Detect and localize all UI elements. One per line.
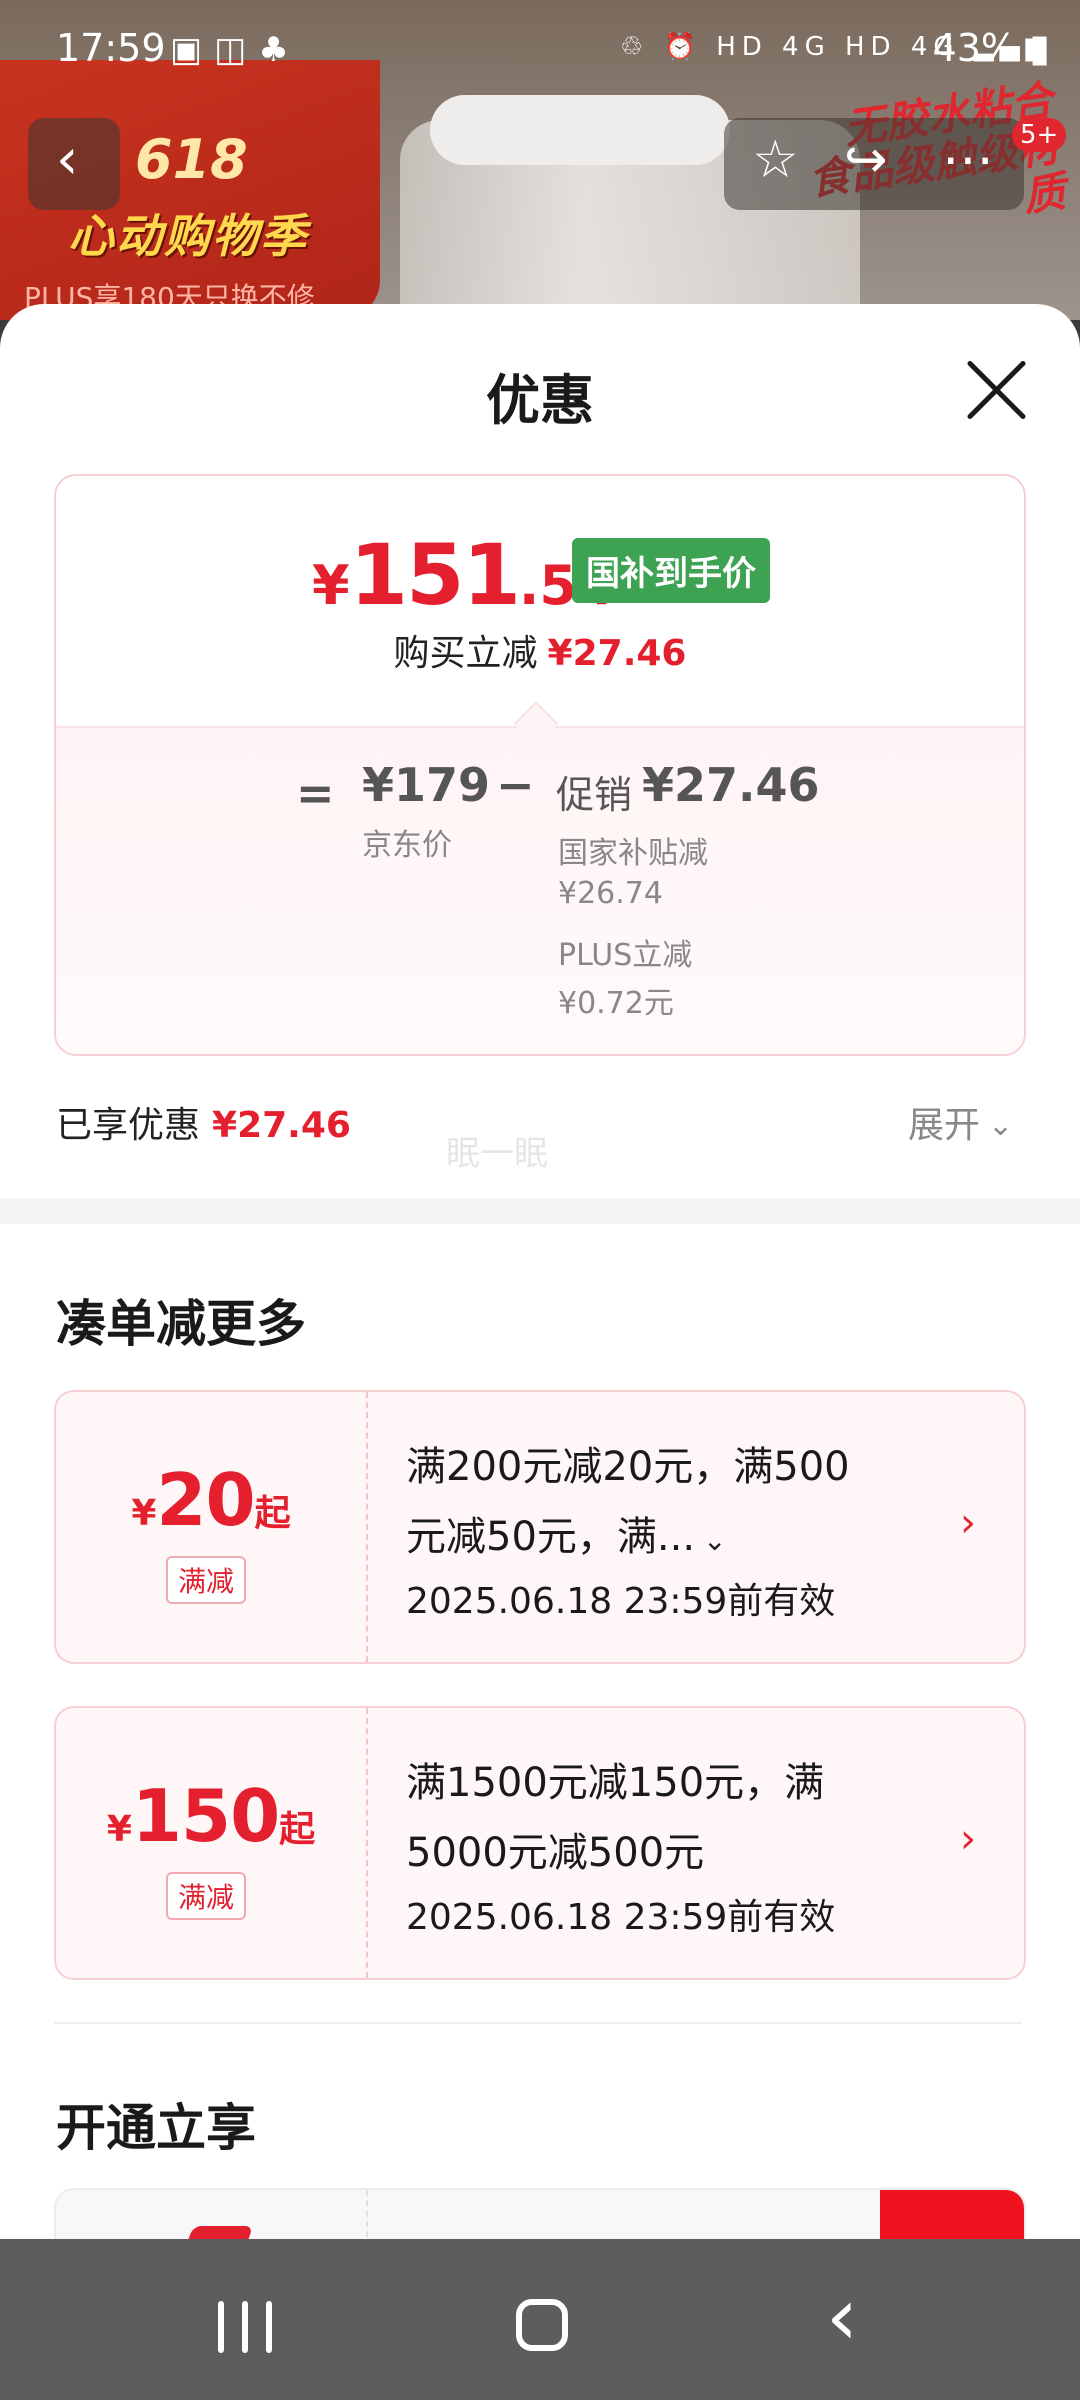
enjoyed-value: ¥27.46 (212, 1105, 351, 1146)
coupon-validity: 2025.06.18 23:59前有效 (406, 1581, 836, 1622)
instant-discount-row: 购买立减 ¥27.46 (56, 624, 1024, 676)
battery-icon: ▮ (1029, 26, 1050, 70)
coupon-amount-value: 20 (156, 1458, 255, 1542)
coupon-amount: ¥20起 (56, 1458, 366, 1542)
chevron-right-icon[interactable]: › (960, 1816, 976, 1862)
membership-logo-icon (178, 2226, 254, 2239)
status-bar: 17:59 ▣◫♣ ♲ ⏰ HD 4G HD 4G ▂▄▆ 43% ▮ (0, 0, 1080, 100)
battery-indicator: 43% ▮ (933, 26, 1050, 70)
instant-discount-label: 购买立减 (393, 633, 538, 674)
coupon-yen: ¥ (106, 1809, 132, 1850)
membership-card[interactable] (54, 2188, 1026, 2239)
coupon-separator (366, 1392, 368, 1662)
coupon-card[interactable]: ¥150起 满减 满1500元减150元，满 5000元减500元 2025.0… (54, 1706, 1026, 1980)
image-icon: ▣ (170, 30, 215, 70)
promo-value: ¥27.46 (642, 758, 820, 812)
coupon-desc-line2: 元减50元，满... (406, 1514, 696, 1560)
coupon-suffix: 起 (279, 1809, 316, 1850)
status-time: 17:59 (56, 26, 166, 70)
back-button[interactable]: ‹ (28, 118, 120, 210)
home-icon[interactable] (516, 2299, 568, 2351)
plus-discount-label: PLUS立减 (558, 938, 693, 973)
cart-badge: 5+ (1012, 118, 1067, 152)
equals-sign: = (296, 766, 335, 820)
expand-label: 展开 (908, 1105, 981, 1146)
top-actions: ☆ ↪ ⋯ (724, 118, 1024, 210)
app-icon: ♣ (258, 30, 301, 70)
gov-subsidy-label: 国家补贴减 (558, 836, 708, 871)
status-notification-icons: ▣◫♣ (170, 30, 301, 70)
expand-button[interactable]: 展开 ⌄ (908, 1096, 1013, 1148)
coupon-desc-line2-row: 元减50元，满... ⌄ (406, 1502, 926, 1576)
coupon-desc-line2: 5000元减500元 (406, 1830, 705, 1876)
coupon-desc-line1: 满200元减20元，满500 (406, 1444, 850, 1490)
battery-saver-icon: ♲ (620, 32, 650, 62)
coupon-yen: ¥ (131, 1493, 157, 1534)
jd-price-label: 京东价 (362, 828, 452, 863)
chevron-down-icon[interactable]: ⌄ (703, 1524, 726, 1557)
price-breakdown (56, 726, 1024, 1054)
coupon-separator (366, 1708, 368, 1978)
coupon-amount-area: ¥20起 满减 (56, 1392, 366, 1662)
product-lid-image (430, 95, 730, 165)
calendar-icon: ◫ (214, 30, 259, 70)
gov-subsidy-badge: 国补到手价 (572, 538, 770, 603)
final-price-integer: 151 (349, 526, 521, 624)
chevron-left-icon: ‹ (56, 127, 79, 192)
more-icon[interactable]: ⋯ (942, 132, 994, 188)
coupon-description: 满200元减20元，满500 元减50元，满... ⌄ (406, 1432, 926, 1576)
enjoyed-discount-row: 已享优惠 ¥27.46 (56, 1096, 351, 1148)
network-label: HD 4G HD 4G (716, 32, 960, 62)
discount-sheet: 优惠 ¥151.54 国补到手价 购买立减 ¥27.46 = ¥179 京东价 −… (0, 304, 1080, 2239)
membership-open-button[interactable] (880, 2190, 1024, 2239)
minus-sign: − (496, 758, 535, 812)
battery-percent: 43% (932, 26, 1017, 70)
gov-subsidy-value: ¥26.74 (558, 876, 663, 911)
coupon-desc-line1: 满1500元减150元，满 (406, 1760, 825, 1806)
coupon-amount: ¥150起 (56, 1774, 366, 1858)
system-navigation-bar: ‹ (0, 2239, 1080, 2400)
final-price-yen: ¥ (312, 554, 350, 617)
close-icon[interactable] (960, 354, 1032, 426)
price-summary-card: ¥151.54 国补到手价 购买立减 ¥27.46 = ¥179 京东价 − 促销… (54, 474, 1026, 1056)
section-title-more-discounts: 凑单减更多 (56, 1295, 306, 1353)
coupon-validity: 2025.06.18 23:59前有效 (406, 1897, 836, 1938)
share-icon[interactable]: ↪ (844, 132, 888, 188)
jd-price: ¥179 (362, 758, 491, 812)
chevron-right-icon[interactable]: › (960, 1500, 976, 1546)
final-price: ¥151.54 (312, 526, 615, 624)
coupon-amount-value: 150 (131, 1774, 280, 1858)
recent-apps-icon[interactable] (218, 2301, 272, 2353)
coupon-tag: 满减 (166, 1872, 247, 1920)
coupon-description: 满1500元减150元，满 5000元减500元 (406, 1748, 926, 1888)
watermark: 眠一眠 (446, 1134, 548, 1174)
section-divider (0, 1198, 1080, 1224)
chevron-down-icon: ⌄ (988, 1108, 1014, 1143)
section-divider-thin (54, 2022, 1022, 2024)
plus-discount-value: ¥0.72元 (558, 986, 674, 1021)
coupon-suffix: 起 (254, 1493, 291, 1534)
promo-618-text: 618 (135, 128, 248, 191)
sheet-title: 优惠 (486, 369, 594, 432)
section-title-open-membership: 开通立享 (56, 2099, 256, 2157)
star-icon[interactable]: ☆ (752, 132, 799, 188)
coupon-card[interactable]: ¥20起 满减 满200元减20元，满500 元减50元，满... ⌄ 2025.… (54, 1390, 1026, 1664)
coupon-amount-area: ¥150起 满减 (56, 1708, 366, 1978)
coupon-separator (366, 2190, 368, 2239)
enjoyed-label: 已享优惠 (56, 1105, 201, 1146)
alarm-icon: ⏰ (663, 32, 702, 62)
back-nav-icon[interactable]: ‹ (826, 2277, 858, 2357)
coupon-tag: 满减 (166, 1556, 247, 1604)
promo-label: 促销 (556, 773, 633, 817)
instant-discount-value: ¥27.46 (547, 633, 687, 674)
